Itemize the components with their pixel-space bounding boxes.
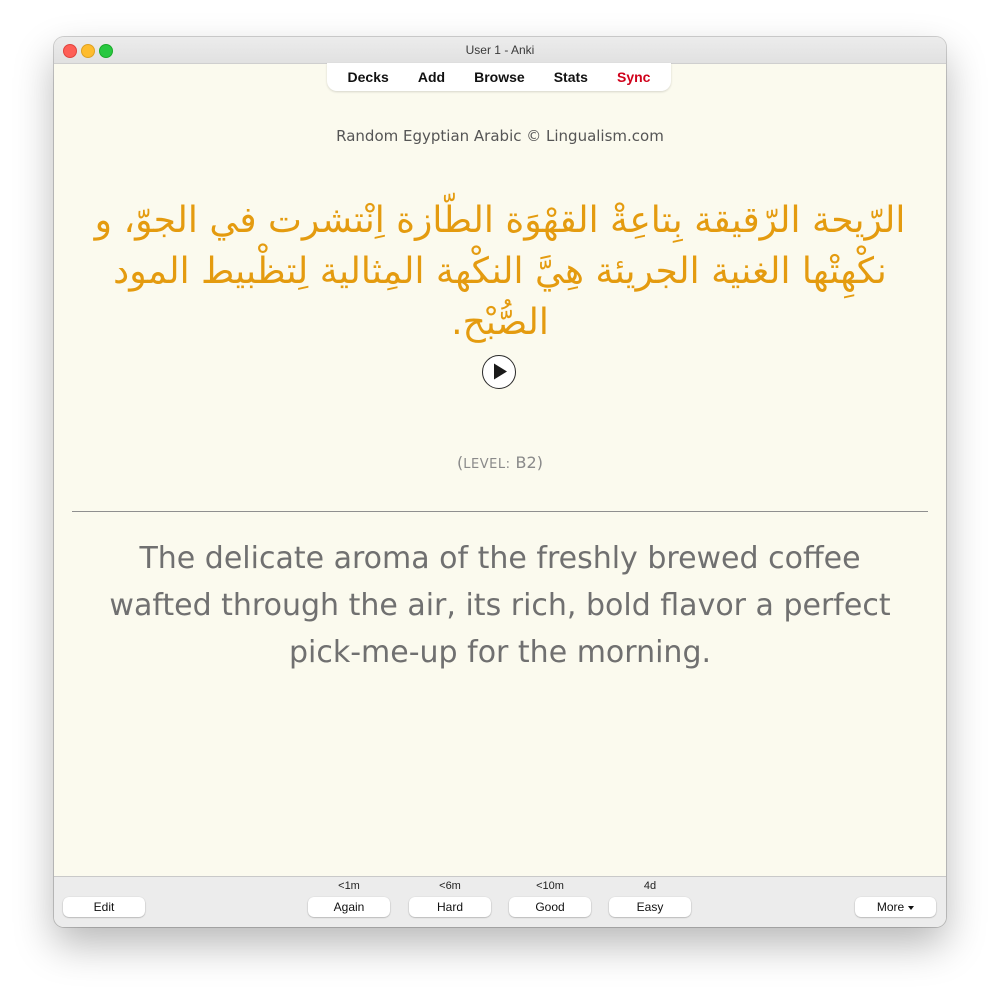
more-button-label: More xyxy=(876,900,905,914)
hard-button[interactable]: Hard xyxy=(409,897,491,917)
good-button[interactable]: Good xyxy=(509,897,591,917)
easy-interval: 4d xyxy=(643,880,657,892)
edit-button[interactable]: Edit xyxy=(63,897,145,917)
level-value: B2) xyxy=(510,453,543,472)
main-toolbar: Decks Add Browse Stats Sync xyxy=(327,63,671,91)
caret-down-icon xyxy=(908,905,915,910)
answer-divider xyxy=(72,511,928,512)
title-bar[interactable]: User 1 - Anki xyxy=(54,37,946,64)
window-title: User 1 - Anki xyxy=(465,43,535,57)
english-translation: The delicate aroma of the freshly brewed… xyxy=(109,541,891,670)
play-audio-button[interactable] xyxy=(482,355,516,389)
anki-window: User 1 - Anki Decks Add Browse Stats Syn… xyxy=(54,37,946,927)
good-interval: <10m xyxy=(536,880,564,892)
arabic-sentence: الرّيحة الرّقيقة بِتاعِةْ القهْوَة الطّا… xyxy=(94,200,906,343)
toolbar-decks-link[interactable]: Decks xyxy=(348,69,389,85)
level-indicator: (LEVEL: B2) xyxy=(54,453,946,472)
hard-interval: <6m xyxy=(439,880,461,892)
deck-label: Random Egyptian Arabic © Lingualism.com xyxy=(336,127,664,145)
toolbar-sync-link[interactable]: Sync xyxy=(617,69,650,85)
toolbar-add-link[interactable]: Add xyxy=(418,69,445,85)
review-bottom-bar: Edit <1m Again <6m Hard <10m Good 4d Eas… xyxy=(54,876,946,927)
again-button[interactable]: Again xyxy=(308,897,390,917)
toolbar-stats-link[interactable]: Stats xyxy=(554,69,588,85)
level-label: LEVEL: xyxy=(463,457,511,472)
again-interval: <1m xyxy=(338,880,360,892)
toolbar-browse-link[interactable]: Browse xyxy=(474,69,525,85)
easy-button[interactable]: Easy xyxy=(609,897,691,917)
card-content: Random Egyptian Arabic © Lingualism.com … xyxy=(54,91,946,877)
more-button[interactable]: More xyxy=(855,897,936,917)
play-icon xyxy=(494,363,507,380)
